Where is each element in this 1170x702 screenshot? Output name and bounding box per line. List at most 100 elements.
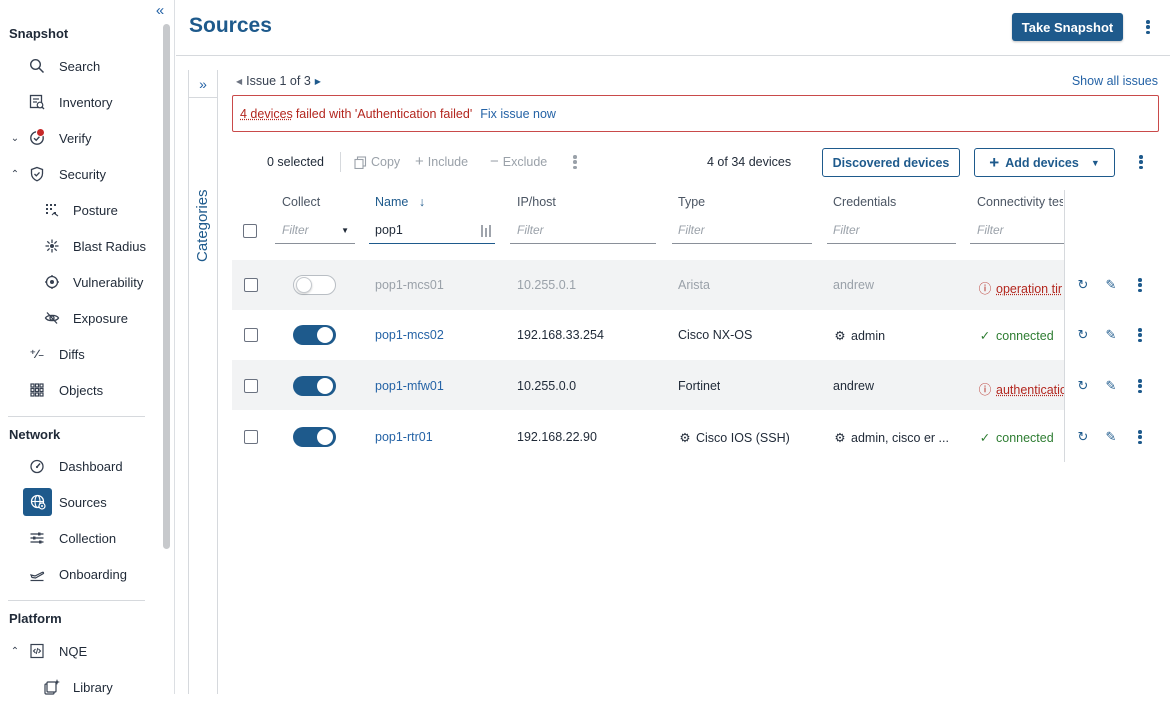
table-more-icon[interactable] [1134,153,1148,171]
chevron-up-icon[interactable]: ⌃ [9,169,21,180]
edit-pencil-icon[interactable]: ✎ [1102,276,1120,294]
column-header-collect[interactable]: Collect [282,195,320,209]
credentials-filter-input[interactable]: Filter [827,218,956,244]
show-all-issues-link[interactable]: Show all issues [1072,74,1158,88]
sidebar-item-posture[interactable]: Posture [0,195,160,225]
toolbar-divider [340,152,341,172]
section-title-network: Network [9,427,61,442]
device-name[interactable]: pop1-rtr01 [375,430,433,444]
include-button[interactable]: + Include [415,154,468,169]
take-snapshot-button[interactable]: Take Snapshot [1012,13,1123,41]
sidebar-item-security[interactable]: ⌃ Security [0,159,160,189]
connectivity-status[interactable]: ⓘ authenticatio [978,379,1064,398]
type-text: Cisco IOS (SSH) [696,431,790,445]
column-name-label: Name [375,195,409,209]
sidebar-item-onboarding[interactable]: Onboarding [0,559,160,589]
collect-toggle[interactable] [293,427,336,447]
sidebar-item-sources[interactable]: Sources [0,487,160,517]
sidebar-item-exposure[interactable]: Exposure [0,303,160,333]
sidebar-item-vulnerability[interactable]: Vulnerability [0,267,160,297]
edit-pencil-icon[interactable]: ✎ [1102,377,1120,395]
device-name[interactable]: pop1-mcs01 [375,278,444,292]
sidebar-item-verify[interactable]: ⌄ Verify [0,123,160,153]
select-all-checkbox[interactable] [243,224,257,238]
header-more-icon[interactable] [1141,18,1155,36]
sort-down-icon: ↓ [418,195,426,209]
page-title: Sources [189,14,272,37]
expand-categories-icon[interactable]: » [189,70,217,98]
table-row[interactable] [232,360,1064,410]
device-name[interactable]: pop1-mcs02 [375,328,444,342]
edit-pencil-icon[interactable]: ✎ [1102,326,1120,344]
discovered-devices-button[interactable]: Discovered devices [822,148,960,177]
collect-toggle[interactable] [293,325,336,345]
fix-issue-link[interactable]: Fix issue now [480,107,556,121]
row-checkbox[interactable] [244,430,258,444]
column-header-credentials[interactable]: Credentials [833,195,896,209]
refresh-icon[interactable]: ↻ [1074,276,1092,294]
connectivity-status: ✓ connected [978,328,1064,343]
table-row[interactable] [232,260,1064,310]
column-header-connectivity[interactable]: Connectivity tes [977,195,1063,209]
sidebar-item-label: Sources [59,494,107,510]
connectivity-filter-input[interactable]: Filter [970,218,1064,244]
copy-label: Copy [371,155,401,169]
column-header-ip[interactable]: IP/host [517,195,556,209]
name-filter-input[interactable]: pop1 [369,218,495,244]
error-circle-icon: ⓘ [978,383,992,397]
refresh-icon[interactable]: ↻ [1074,428,1092,446]
double-chevron-left-icon[interactable]: « [152,3,168,19]
toggle-knob [317,327,333,343]
row-more-icon[interactable] [1133,377,1147,395]
grid-icon [28,381,46,399]
chevron-up-icon[interactable]: ⌃ [9,646,21,657]
row-more-icon[interactable] [1133,326,1147,344]
prev-issue-icon[interactable]: ◀ [236,77,242,86]
failed-devices-link[interactable]: 4 devices [240,107,293,121]
device-name[interactable]: pop1-mfw01 [375,379,444,393]
categories-label[interactable]: Categories [194,189,211,262]
connectivity-status[interactable]: ⓘ operation tir [978,278,1064,297]
ip-filter-input[interactable]: Filter [510,218,656,244]
exclude-button[interactable]: − Exclude [490,154,547,169]
sidebar-item-collection[interactable]: Collection [0,523,160,553]
sidebar-item-search[interactable]: Search [0,51,160,81]
sidebar-item-objects[interactable]: Objects [0,375,160,405]
caret-down-icon: ▼ [341,226,349,235]
row-more-icon[interactable] [1133,428,1147,446]
error-circle-icon: ⓘ [978,282,992,296]
filter-options-icon[interactable] [480,224,492,238]
collect-toggle[interactable] [293,275,336,295]
sticky-column-divider [1064,190,1065,462]
collect-filter-select[interactable]: Filter ▼ [275,218,355,244]
row-more-icon[interactable] [1133,276,1147,294]
sidebar-item-label: Vulnerability [73,274,144,290]
toolbar-more-icon[interactable] [568,153,582,171]
sidebar-item-label: NQE [59,643,88,659]
device-credentials: ⚙ admin, cisco er ... [833,430,951,445]
row-checkbox[interactable] [244,328,258,342]
next-issue-icon[interactable]: ▶ [315,77,321,86]
check-circle-icon: ✓ [979,431,991,445]
sidebar-item-dashboard[interactable]: Dashboard [0,451,160,481]
refresh-icon[interactable]: ↻ [1074,377,1092,395]
chevron-down-icon[interactable]: ⌄ [9,133,21,144]
refresh-icon[interactable]: ↻ [1074,326,1092,344]
sidebar-item-blast-radius[interactable]: Blast Radius [0,231,160,261]
code-file-icon [28,642,46,660]
column-header-name[interactable]: Name ↓ [375,195,425,209]
copy-button[interactable]: Copy [354,155,400,169]
sidebar-scrollbar[interactable] [163,24,170,549]
table-row[interactable] [232,310,1064,360]
sidebar-item-diffs[interactable]: ⁺∕₋ Diffs [0,339,160,369]
sidebar-item-library[interactable]: Library [0,672,160,702]
edit-pencil-icon[interactable]: ✎ [1102,428,1120,446]
row-checkbox[interactable] [244,278,258,292]
row-checkbox[interactable] [244,379,258,393]
column-header-type[interactable]: Type [678,195,705,209]
type-filter-input[interactable]: Filter [672,218,812,244]
sidebar-item-nqe[interactable]: ⌃ NQE [0,636,160,666]
add-devices-button[interactable]: + Add devices ▼ [974,148,1115,177]
sidebar-item-inventory[interactable]: Inventory [0,87,160,117]
collect-toggle[interactable] [293,376,336,396]
